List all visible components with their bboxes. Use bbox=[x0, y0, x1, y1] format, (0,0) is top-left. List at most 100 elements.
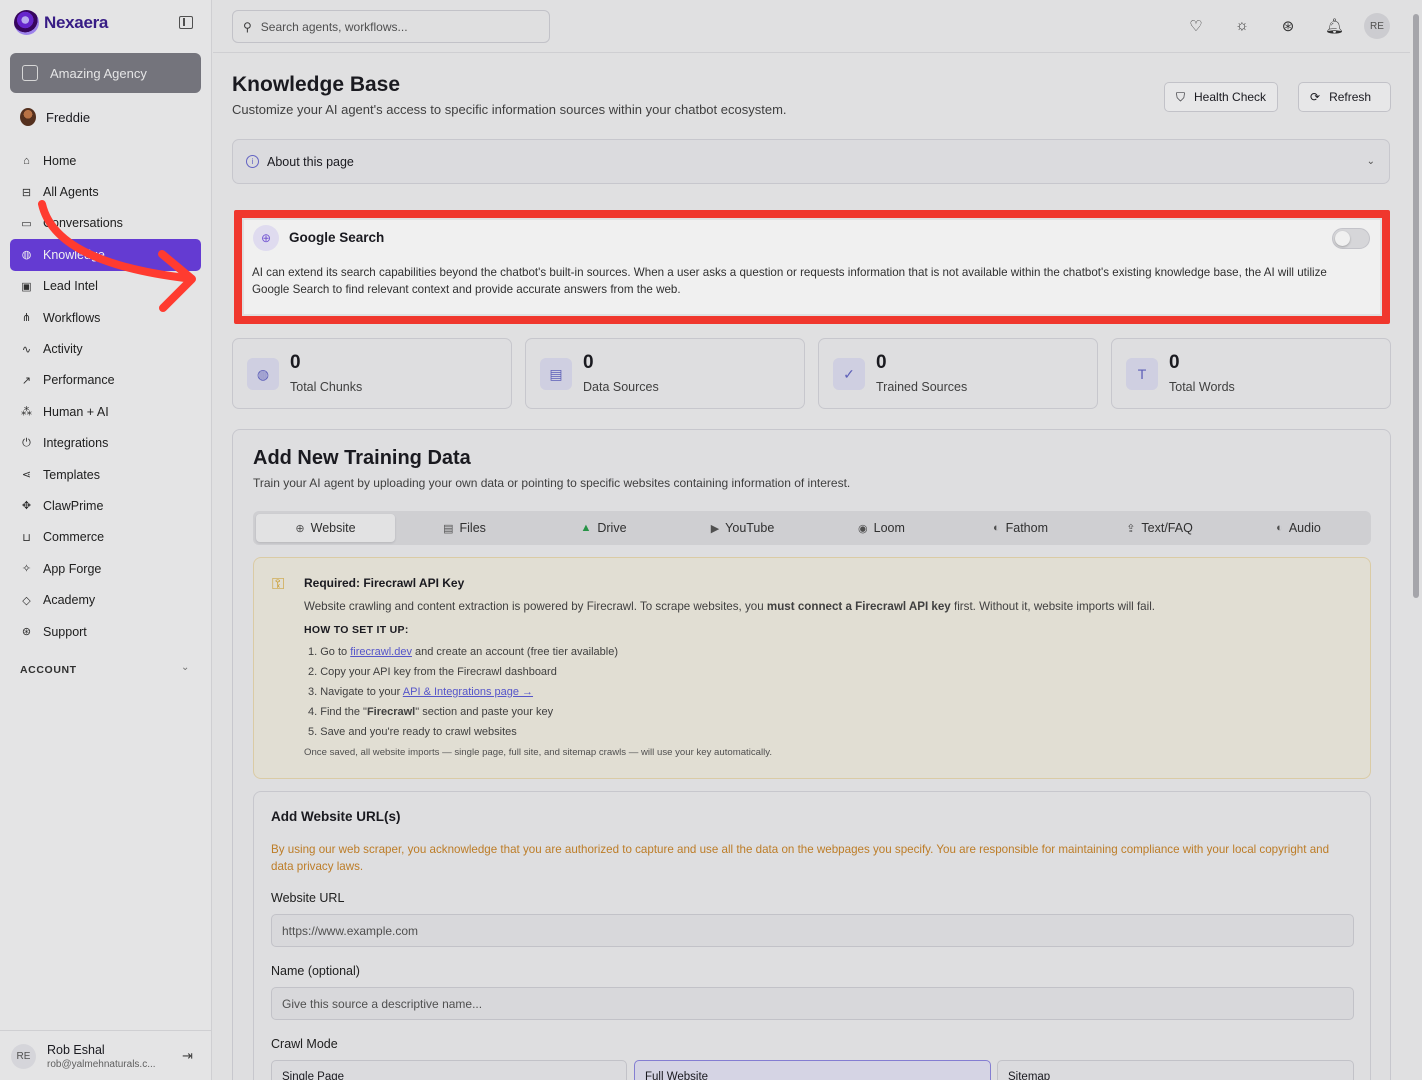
search-input[interactable] bbox=[260, 19, 521, 34]
sidebar-item-label: Activity bbox=[43, 342, 83, 357]
sidebar-item-commerce[interactable]: ⊔ Commerce bbox=[10, 522, 201, 553]
upload-icon: ⇪ bbox=[1126, 522, 1136, 535]
step-bold: Firecrawl bbox=[366, 706, 416, 718]
tab-label: YouTube bbox=[725, 521, 775, 535]
loom-icon: ◉ bbox=[858, 522, 868, 535]
sidebar-item-human-ai[interactable]: ⁂ Human + AI bbox=[10, 396, 201, 427]
tab-label: Fathom bbox=[1005, 521, 1049, 535]
sidebar-item-label: ClawPrime bbox=[43, 498, 104, 513]
tab-audio[interactable]: ◐ Audio bbox=[1229, 514, 1368, 542]
tab-website[interactable]: ⊕ Website bbox=[256, 514, 395, 542]
workflow-icon: ⋔ bbox=[21, 312, 32, 325]
sun-icon[interactable]: ☼ bbox=[1233, 17, 1251, 34]
list-item: 3. Navigate to your API & Integrations p… bbox=[308, 682, 618, 702]
avatar[interactable]: RE bbox=[11, 1044, 36, 1069]
sidebar-item-lead-intel[interactable]: ▣ Lead Intel bbox=[10, 271, 201, 302]
lifebuoy-icon: ⊛ bbox=[21, 626, 32, 639]
stat-value: 0 bbox=[583, 352, 594, 373]
firecrawl-text-pre: Website crawling and content extraction … bbox=[304, 600, 767, 613]
brain-icon: ◍ bbox=[247, 358, 279, 390]
google-search-toggle[interactable] bbox=[1332, 228, 1370, 249]
sidebar-item-templates[interactable]: ⋖ Templates bbox=[10, 459, 201, 490]
tab-files[interactable]: ▤ Files bbox=[395, 514, 534, 542]
stat-label: Total Words bbox=[1169, 380, 1235, 394]
user-name: Freddie bbox=[46, 109, 91, 125]
firecrawl-link[interactable]: firecrawl.dev bbox=[350, 646, 412, 658]
cart-icon: ⊔ bbox=[22, 531, 31, 544]
chevron-down-icon: ⌄ bbox=[1366, 156, 1375, 167]
lifebuoy-icon[interactable]: ⊛ bbox=[1279, 17, 1297, 35]
website-url-label: Website URL bbox=[271, 891, 345, 905]
search-box[interactable]: ⚲ bbox=[232, 10, 550, 43]
app-name: Nexaera bbox=[44, 12, 109, 32]
name-label: Name (optional) bbox=[271, 964, 360, 978]
website-url-input[interactable] bbox=[271, 914, 1354, 947]
footer-user-name: Rob Eshal bbox=[47, 1043, 105, 1057]
tab-fathom[interactable]: ◐ Fathom bbox=[951, 514, 1090, 542]
user-avatar bbox=[20, 108, 36, 126]
sidebar-item-label: Home bbox=[43, 153, 77, 168]
chevron-down-icon[interactable]: ⌄ bbox=[181, 662, 189, 673]
file-icon: ▤ bbox=[540, 358, 572, 390]
footer-user-email: rob@yalmehnaturals.c... bbox=[47, 1059, 156, 1070]
stats-row: ◍ 0 Total Chunks ▤ 0 Data Sources ✓ 0 Tr… bbox=[232, 338, 1392, 410]
stat-value: 0 bbox=[290, 352, 301, 373]
sidebar-item-integrations[interactable]: ⏻ Integrations bbox=[10, 428, 201, 459]
source-name-input[interactable] bbox=[271, 987, 1354, 1020]
building-icon bbox=[22, 65, 38, 81]
google-search-card: ⊕ Google Search AI can extend its search… bbox=[244, 220, 1380, 314]
sidebar-item-conversations[interactable]: ▭ Conversations bbox=[10, 208, 201, 239]
stat-trained-sources: ✓ 0 Trained Sources bbox=[818, 338, 1098, 409]
sidebar-item-label: Templates bbox=[43, 467, 100, 482]
network-icon: ⁂ bbox=[21, 406, 32, 419]
crawl-mode-sitemap[interactable]: Sitemap bbox=[997, 1060, 1354, 1080]
sidebar-item-workflows[interactable]: ⋔ Workflows bbox=[10, 302, 201, 333]
bell-icon[interactable]: 🔔︎ bbox=[1325, 17, 1344, 35]
topbar: ⚲ ♡ ☼ ⊛ 🔔︎ RE bbox=[213, 0, 1410, 53]
howto-heading: HOW TO SET IT UP: bbox=[304, 624, 409, 636]
about-label: About this page bbox=[267, 154, 354, 169]
audio-icon: ◐ bbox=[1276, 522, 1283, 534]
sparkles-icon: ✧ bbox=[21, 563, 32, 576]
tab-loom[interactable]: ◉ Loom bbox=[812, 514, 951, 542]
step-text: and create an account (free tier availab… bbox=[411, 646, 619, 658]
sidebar-item-academy[interactable]: ◇ Academy bbox=[10, 584, 201, 615]
sidebar-item-home[interactable]: ⌂ Home bbox=[10, 145, 201, 176]
sidebar-item-label: App Forge bbox=[43, 561, 102, 576]
globe-icon: ⊕ bbox=[295, 522, 305, 535]
avatar[interactable]: RE bbox=[1364, 13, 1390, 39]
app-logo[interactable]: Nexaera bbox=[14, 10, 108, 35]
page-scrollbar[interactable] bbox=[1410, 0, 1422, 1080]
health-check-label: Health Check bbox=[1194, 90, 1267, 104]
agency-switcher[interactable]: Amazing Agency bbox=[10, 53, 201, 93]
account-section-header[interactable]: ACCOUNT bbox=[20, 664, 77, 676]
sidebar-item-clawprime[interactable]: ✥ ClawPrime bbox=[10, 490, 201, 521]
agency-name: Amazing Agency bbox=[50, 65, 147, 81]
tab-label: Drive bbox=[597, 521, 627, 535]
sidebar-item-all-agents[interactable]: ⊟ All Agents bbox=[10, 176, 201, 207]
sidebar-footer-user: RE Rob Eshal rob@yalmehnaturals.c... ⇥ bbox=[0, 1030, 211, 1080]
sidebar-collapse-icon[interactable] bbox=[179, 16, 193, 29]
list-item: 5. Save and you're ready to crawl websit… bbox=[308, 726, 517, 738]
scrollbar-thumb[interactable] bbox=[1413, 14, 1419, 598]
tab-text-faq[interactable]: ⇪ Text/FAQ bbox=[1090, 514, 1229, 542]
current-user[interactable]: Freddie bbox=[20, 108, 90, 126]
sidebar-item-support[interactable]: ⊛ Support bbox=[10, 616, 201, 647]
source-tabs: ⊕ Website ▤ Files ▲ Drive ▶ YouTube ◉ Loom ◐ F… bbox=[253, 511, 1371, 545]
tab-youtube[interactable]: ▶ YouTube bbox=[673, 514, 812, 542]
tab-drive[interactable]: ▲ Drive bbox=[534, 514, 673, 542]
heart-icon[interactable]: ♡ bbox=[1187, 17, 1205, 35]
sidebar-item-activity[interactable]: ∿ Activity bbox=[10, 333, 201, 364]
sidebar-item-label: All Agents bbox=[43, 185, 99, 200]
sidebar-item-performance[interactable]: ↗ Performance bbox=[10, 365, 201, 396]
logout-icon[interactable]: ⇥ bbox=[182, 1048, 193, 1064]
integrations-link[interactable]: API & Integrations page → bbox=[403, 686, 533, 698]
refresh-button[interactable]: ⟳ Refresh bbox=[1298, 82, 1391, 112]
sidebar-item-app-forge[interactable]: ✧ App Forge bbox=[10, 553, 201, 584]
sidebar-item-knowledge[interactable]: ◍ Knowledge bbox=[10, 239, 201, 271]
about-accordion[interactable]: i About this page ⌄ bbox=[232, 139, 1390, 184]
sidebar-item-label: Commerce bbox=[43, 530, 105, 545]
crawl-mode-full-website[interactable]: Full Website bbox=[634, 1060, 991, 1080]
health-check-button[interactable]: ⛉ Health Check bbox=[1164, 82, 1279, 112]
crawl-mode-single-page[interactable]: Single Page bbox=[271, 1060, 627, 1080]
